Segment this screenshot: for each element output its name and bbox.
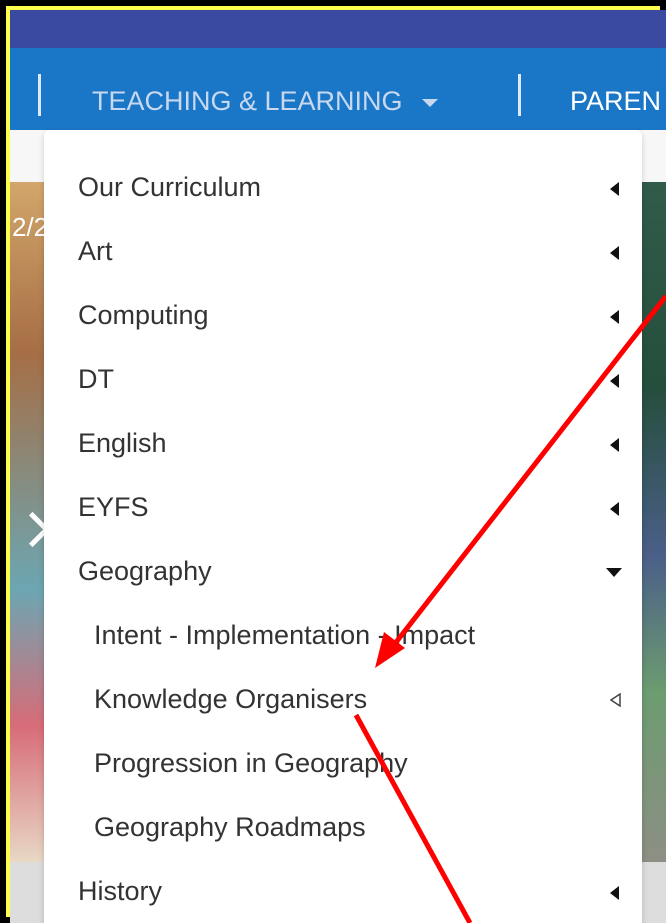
caret-left-icon xyxy=(610,182,619,196)
menu-item-label: History xyxy=(78,876,163,906)
menu-item-label: Intent - Implementation - Impact xyxy=(94,620,476,650)
caret-left-outline-icon xyxy=(610,693,621,707)
menu-item-art[interactable]: Art xyxy=(44,222,642,286)
menu-item-dt[interactable]: DT xyxy=(44,350,642,414)
caret-down-icon xyxy=(606,568,622,577)
menu-item-label: Progression in Geography xyxy=(94,748,408,778)
menu-item-label: EYFS xyxy=(78,492,149,522)
menu-item-label: Geography xyxy=(78,556,212,586)
nav-item-teaching-learning[interactable]: TEACHING & LEARNING xyxy=(92,86,439,116)
menu-item-label: DT xyxy=(78,364,114,394)
menu-item-label: Computing xyxy=(78,300,209,330)
menu-item-label: Our Curriculum xyxy=(78,172,262,202)
caret-down-icon xyxy=(422,98,439,107)
nav-item-label: PAREN xyxy=(570,86,662,116)
submenu-item-knowledge-organisers[interactable]: Knowledge Organisers xyxy=(44,670,642,734)
nav-divider xyxy=(38,74,41,116)
main-navbar: TEACHING & LEARNING PAREN xyxy=(10,48,666,130)
carousel-counter: 2/2 xyxy=(12,212,49,242)
menu-item-history[interactable]: History xyxy=(44,862,642,923)
caret-left-icon xyxy=(610,246,619,260)
menu-item-label: Knowledge Organisers xyxy=(94,684,368,714)
menu-item-label: Art xyxy=(78,236,113,266)
caret-left-icon xyxy=(610,502,619,516)
submenu-item-progression-in-geography[interactable]: Progression in Geography xyxy=(44,734,642,798)
menu-item-eyfs[interactable]: EYFS xyxy=(44,478,642,542)
menu-item-our-curriculum[interactable]: Our Curriculum xyxy=(44,158,642,222)
nav-item-parents[interactable]: PAREN xyxy=(570,86,661,116)
menu-item-label: English xyxy=(78,428,167,458)
caret-left-icon xyxy=(610,886,619,900)
submenu-item-geography-roadmaps[interactable]: Geography Roadmaps xyxy=(44,798,642,862)
nav-item-label: TEACHING & LEARNING xyxy=(92,86,403,116)
menu-item-computing[interactable]: Computing xyxy=(44,286,642,350)
submenu-item-intent-implementation-impact[interactable]: Intent - Implementation - Impact xyxy=(44,606,642,670)
menu-item-english[interactable]: English xyxy=(44,414,642,478)
nav-divider xyxy=(518,74,521,116)
caret-left-icon xyxy=(610,438,619,452)
browser-viewport: TEACHING & LEARNING PAREN 2/2 Our Curric… xyxy=(10,10,666,923)
caret-left-icon xyxy=(610,374,619,388)
menu-item-label: Geography Roadmaps xyxy=(94,812,366,842)
menu-item-geography[interactable]: Geography xyxy=(44,542,642,606)
caret-left-icon xyxy=(610,310,619,324)
top-bar xyxy=(10,10,666,48)
dropdown-menu: Our Curriculum Art Computing DT English … xyxy=(44,130,642,923)
